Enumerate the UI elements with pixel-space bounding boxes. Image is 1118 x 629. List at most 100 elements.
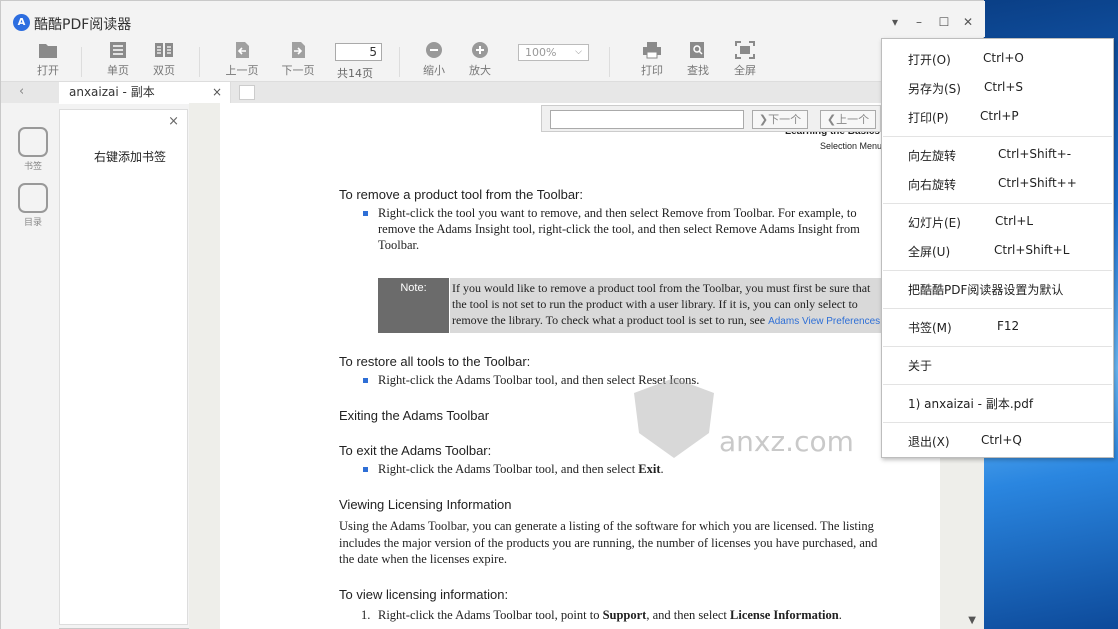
search-next-label: 下一个 <box>768 113 802 126</box>
menu-item-rotate-left[interactable]: 向左旋转 <box>908 147 956 164</box>
menu-dropdown-button[interactable]: ▾ <box>887 15 903 29</box>
single-page-button[interactable]: 单页 <box>98 41 138 78</box>
tab-close-icon[interactable]: × <box>212 82 222 103</box>
app-window: A 酷酷PDF阅读器 ▾ – ☐ ✕ 打开 单页 双页 上一页 下一页 5 共1… <box>0 0 985 629</box>
paragraph-line: Right-click the Adams Toolbar tool, and … <box>378 461 664 477</box>
paragraph-line: includes the major version of the produc… <box>339 536 878 550</box>
next-page-button[interactable]: 下一页 <box>278 41 318 78</box>
paragraph-line: Right-click the Adams Toolbar tool, poin… <box>378 607 842 623</box>
bullet-icon <box>363 378 368 383</box>
toolbar-divider <box>199 47 200 77</box>
paragraph-line: Right-click the Adams Toolbar tool, and … <box>378 373 700 387</box>
zoom-in-button[interactable]: 放大 <box>460 41 500 78</box>
chevron-down-icon: ⌵ <box>575 47 582 57</box>
menu-shortcut: Ctrl+Q <box>981 433 1022 447</box>
fullscreen-button[interactable]: 全屏 <box>725 41 765 78</box>
paragraph-line: Using the Adams Toolbar, you can generat… <box>339 519 874 533</box>
text-run: , and then select <box>646 608 731 622</box>
note-line: remove the library. To check what a prod… <box>452 312 940 330</box>
panel-close-icon[interactable]: × <box>168 114 179 129</box>
chevron-left-icon: ❮ <box>826 113 837 126</box>
menu-shortcut: Ctrl+L <box>995 214 1034 228</box>
next-page-icon <box>292 42 305 58</box>
toolbar-divider <box>399 47 400 77</box>
page-header-subtitle: Selection Menu <box>819 141 882 151</box>
text-run: . <box>838 608 842 622</box>
toolbar: 打开 单页 双页 上一页 下一页 5 共14页 缩小 放大 100% ⌵ 打印 … <box>1 39 985 81</box>
search-next-button[interactable]: ❯下一个 <box>752 110 808 129</box>
note-line-text: remove the library. To check what a prod… <box>452 313 769 327</box>
search-prev-button[interactable]: ❮上一个 <box>820 110 876 129</box>
menu-shortcut: Ctrl+Shift+L <box>994 243 1070 257</box>
note-label: Note: <box>378 278 449 333</box>
menu-item-slideshow[interactable]: 幻灯片(E) <box>908 214 961 231</box>
menu-item-bookmark[interactable]: 书签(M) <box>908 319 952 336</box>
menu-divider <box>883 384 1112 385</box>
fullscreen-icon <box>735 41 755 59</box>
menu-item-open[interactable]: 打开(O) <box>908 51 951 68</box>
bookmark-hint: 右键添加书签 <box>94 150 167 164</box>
zoom-level-select[interactable]: 100% ⌵ <box>518 44 589 61</box>
find-button[interactable]: 查找 <box>678 41 718 78</box>
app-title: 酷酷PDF阅读器 <box>34 17 132 33</box>
page-number-input[interactable]: 5 <box>335 43 382 61</box>
total-pages: 共14页 <box>337 67 373 80</box>
menu-item-save-as[interactable]: 另存为(S) <box>908 80 961 97</box>
tab-document[interactable]: anxaizai - 副本 × <box>59 82 231 104</box>
heading: Viewing Licensing Information <box>339 497 512 512</box>
toc-rail-button[interactable]: 目录 <box>17 183 49 228</box>
menu-item-exit[interactable]: 退出(X) <box>908 433 950 450</box>
double-page-button[interactable]: 双页 <box>144 41 184 78</box>
open-button[interactable]: 打开 <box>28 41 68 78</box>
text-run-bold: Exit <box>638 462 661 476</box>
menu-item-rotate-right[interactable]: 向右旋转 <box>908 176 956 193</box>
bookmarks-rail-label: 书签 <box>23 162 42 172</box>
maximize-button[interactable]: ☐ <box>936 15 952 29</box>
double-page-icon <box>155 43 173 57</box>
menu-divider <box>883 136 1112 137</box>
search-input[interactable] <box>550 110 744 129</box>
heading: Exiting the Adams Toolbar <box>339 408 490 423</box>
menu-item-about[interactable]: 关于 <box>908 357 932 374</box>
bookmarks-rail-button[interactable]: 书签 <box>17 127 49 172</box>
app-logo-icon: A <box>13 14 30 31</box>
tab-label: anxaizai - 副本 <box>69 85 155 99</box>
close-button[interactable]: ✕ <box>960 15 976 29</box>
double-page-label: 双页 <box>153 64 175 77</box>
tab-bar: ‹ anxaizai - 副本 × <box>1 81 985 104</box>
menu-divider <box>883 346 1112 347</box>
fullscreen-label: 全屏 <box>734 64 756 77</box>
left-rail: 书签 目录 <box>1 103 59 629</box>
find-label: 查找 <box>687 64 709 77</box>
toolbar-divider <box>81 47 82 77</box>
prev-page-icon <box>236 42 249 58</box>
paragraph-line: Toolbar. <box>378 238 420 252</box>
menu-item-fullscreen[interactable]: 全屏(U) <box>908 243 950 260</box>
text-run: . <box>660 462 664 476</box>
menu-shortcut: Ctrl+P <box>980 109 1019 123</box>
menu-item-set-default[interactable]: 把酷酷PDF阅读器设置为默认 <box>908 281 1063 298</box>
note-body: If you would like to remove a product to… <box>450 278 940 333</box>
document-view[interactable]: Learning the Basics Selection Menu To re… <box>189 103 984 629</box>
menu-shortcut: Ctrl+S <box>984 80 1024 94</box>
menu-item-recent-file[interactable]: 1) anxaizai - 副本.pdf <box>908 395 1033 412</box>
bullet-icon <box>363 211 368 216</box>
open-label: 打开 <box>37 64 59 77</box>
back-arrow-icon[interactable]: ‹ <box>19 84 24 99</box>
print-button[interactable]: 打印 <box>632 41 672 78</box>
heading: To remove a product tool from the Toolba… <box>339 187 583 202</box>
minimize-button[interactable]: – <box>911 15 927 29</box>
prev-page-button[interactable]: 上一页 <box>222 41 262 78</box>
toc-rail-label: 目录 <box>23 218 42 228</box>
scroll-down-arrow-icon[interactable]: ▼ <box>968 615 976 626</box>
zoom-out-button[interactable]: 缩小 <box>414 41 454 78</box>
toolbar-divider <box>609 47 610 77</box>
paragraph-line: the date when the licenses expire. <box>339 552 507 566</box>
note-link[interactable]: Adams View Preferences <box>768 316 880 327</box>
zoom-level-value: 100% <box>525 46 557 59</box>
heading: To restore all tools to the Toolbar: <box>339 354 531 369</box>
pdf-page: Learning the Basics Selection Menu To re… <box>220 103 940 629</box>
menu-item-print[interactable]: 打印(P) <box>908 109 949 126</box>
new-tab-icon[interactable] <box>239 85 255 100</box>
next-page-label: 下一页 <box>281 64 315 77</box>
